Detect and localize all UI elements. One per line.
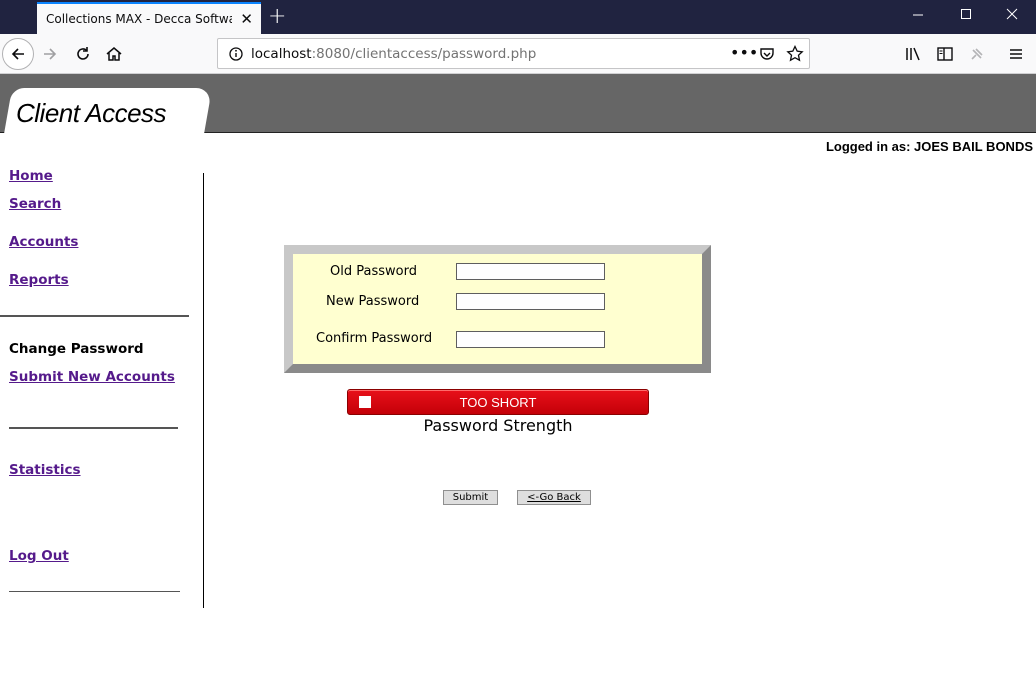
- sidebar-border: [203, 173, 204, 608]
- minimize-icon[interactable]: [912, 6, 924, 24]
- reload-icon[interactable]: [68, 39, 98, 69]
- submit-button[interactable]: Submit: [443, 490, 498, 505]
- logged-in-status: Logged in as: JOES BAIL BONDS: [825, 139, 1033, 154]
- sidebar-link-search[interactable]: Search: [9, 196, 61, 212]
- back-icon[interactable]: [2, 38, 34, 70]
- go-back-button[interactable]: <-Go Back: [517, 490, 591, 505]
- sidebar-divider: [9, 591, 180, 592]
- old-password-label: Old Password: [330, 264, 417, 279]
- strength-caption: Password Strength: [423, 416, 573, 435]
- page-actions-icon[interactable]: •••: [730, 43, 758, 62]
- info-icon[interactable]: [228, 45, 244, 67]
- window-close-icon[interactable]: [1006, 6, 1018, 24]
- menu-icon[interactable]: [1001, 39, 1031, 69]
- new-password-label: New Password: [326, 294, 420, 309]
- maximize-icon[interactable]: [960, 6, 972, 24]
- sidebar-link-accounts[interactable]: Accounts: [9, 234, 78, 250]
- home-icon[interactable]: [99, 39, 129, 69]
- password-strength-bar: TOO SHORT: [347, 389, 649, 415]
- sidebar-link-log-out[interactable]: Log Out: [9, 548, 69, 564]
- sidebar-item-change-password: Change Password: [9, 341, 144, 357]
- tab-close-icon[interactable]: ✕: [240, 10, 253, 28]
- sidebar-link-statistics[interactable]: Statistics: [9, 462, 81, 478]
- sidebar-link-reports[interactable]: Reports: [9, 272, 69, 288]
- brand-title: Client Access: [16, 98, 167, 128]
- extension-icon[interactable]: [962, 39, 992, 69]
- confirm-password-input[interactable]: [456, 331, 605, 348]
- browser-tab[interactable]: Collections MAX - Decca Software C ✕: [37, 2, 261, 34]
- browser-navbar: localhost:8080/clientaccess/password.php…: [0, 34, 1036, 74]
- sidebar-link-home[interactable]: Home: [9, 168, 53, 184]
- pocket-icon[interactable]: [759, 45, 775, 67]
- go-back-label: <-Go Back: [527, 492, 581, 503]
- tab-title: Collections MAX - Decca Software C: [46, 12, 232, 26]
- sidebar-divider: [9, 427, 178, 429]
- sidebar-link-submit-new-accounts[interactable]: Submit New Accounts: [9, 369, 175, 385]
- library-icon[interactable]: [898, 39, 928, 69]
- new-tab-icon[interactable]: +: [268, 4, 286, 29]
- sidebar-toggle-icon[interactable]: [930, 39, 960, 69]
- forward-icon[interactable]: [35, 39, 65, 69]
- browser-titlebar: Collections MAX - Decca Software C ✕ +: [0, 0, 1036, 34]
- old-password-input[interactable]: [456, 263, 605, 280]
- confirm-password-label: Confirm Password: [316, 331, 433, 346]
- new-password-input[interactable]: [456, 293, 605, 310]
- url-bar[interactable]: localhost:8080/clientaccess/password.php…: [217, 38, 810, 69]
- strength-status: TOO SHORT: [459, 395, 537, 410]
- url-text[interactable]: localhost:8080/clientaccess/password.php: [251, 46, 536, 62]
- sidebar-divider: [0, 315, 189, 317]
- bookmark-star-icon[interactable]: [786, 44, 804, 67]
